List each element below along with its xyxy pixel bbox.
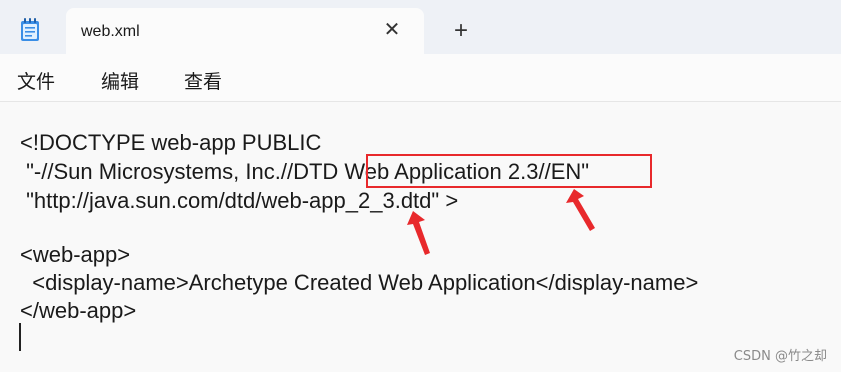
menu-file[interactable]: 文件 [17,67,55,94]
tab-title: web.xml [81,23,140,40]
close-icon[interactable]: ✕ [379,17,405,43]
menu-edit[interactable]: 编辑 [101,67,139,94]
arrow-icon [407,211,430,255]
text-editor[interactable]: <!DOCTYPE web-app PUBLIC "-//Sun Microsy… [0,103,841,372]
code-line: <!DOCTYPE web-app PUBLIC [20,130,322,155]
code-line: </web-app> [20,298,137,323]
code-line: <display-name>Archetype Created Web Appl… [20,270,699,295]
tab-web-xml[interactable]: web.xml ✕ [66,8,424,54]
menu-bar: 文件 编辑 查看 [0,54,841,102]
watermark: CSDN @竹之却 [733,349,827,364]
title-bar: web.xml ✕ + [0,0,841,54]
menu-view[interactable]: 查看 [184,67,222,94]
arrow-icon [566,189,595,231]
new-tab-button[interactable]: + [447,17,475,45]
code-line: <web-app> [20,242,131,267]
notepad-icon [21,18,39,41]
highlight-box [366,154,652,188]
code-line: "http://java.sun.com/dtd/web-app_2_3.dtd… [20,188,459,213]
text-caret [19,323,21,351]
